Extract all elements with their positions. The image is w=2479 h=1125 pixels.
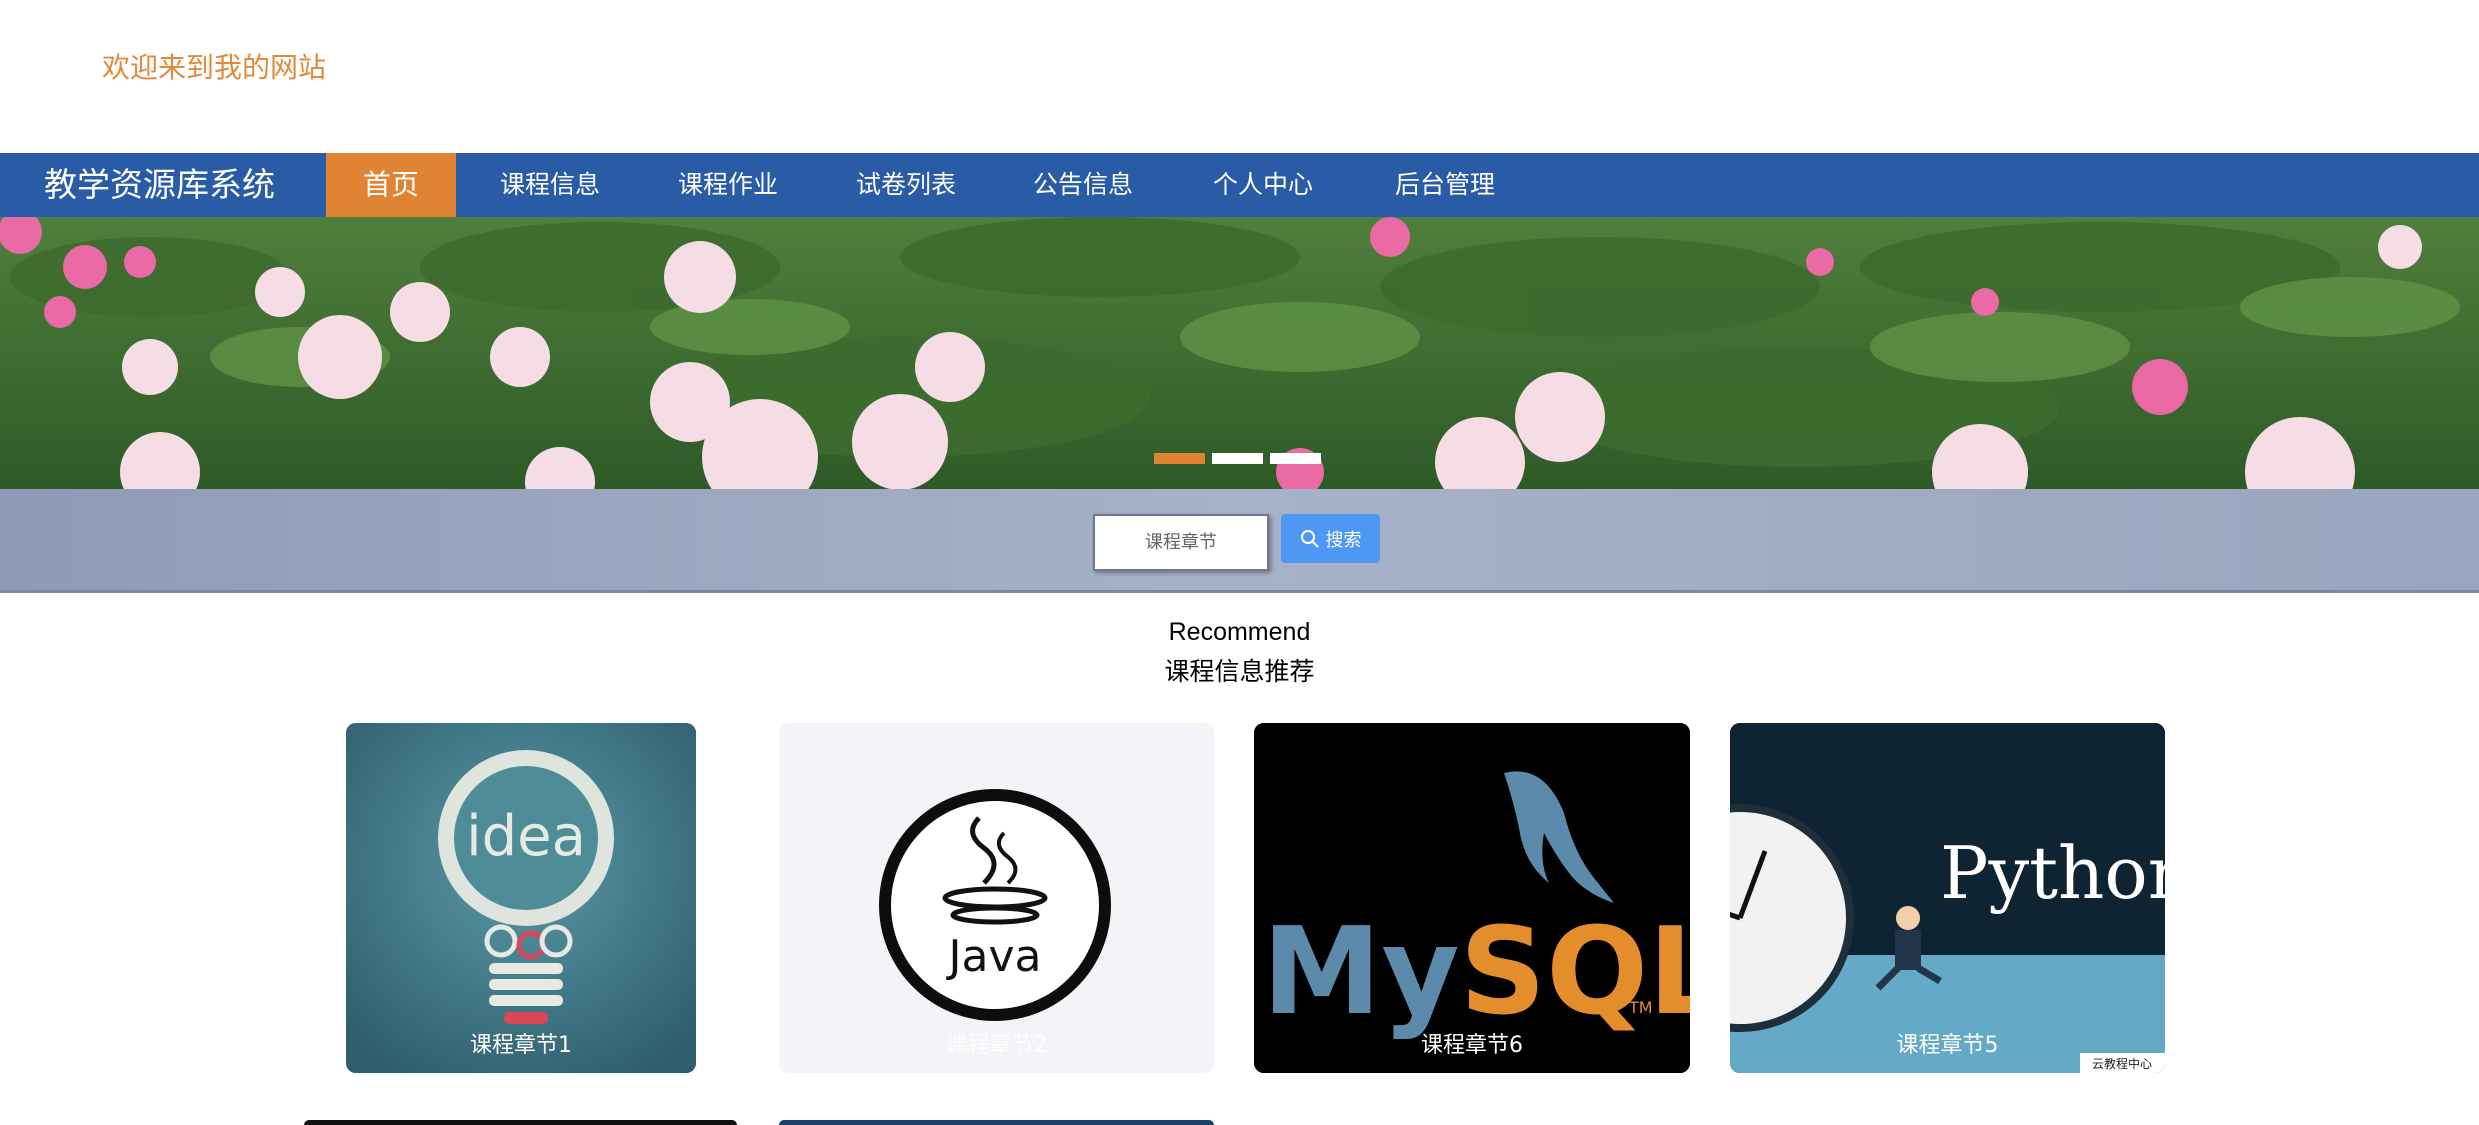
banner-carousel[interactable] <box>0 217 2479 489</box>
svg-text:TM: TM <box>1628 998 1653 1017</box>
recommend-title-en: Recommend <box>1168 618 1311 646</box>
nav-item-personal-center[interactable]: 个人中心 <box>1199 153 1327 217</box>
course-card-title: 课程章节2 <box>945 1033 1048 1058</box>
course-card-5-partial[interactable] <box>304 1120 737 1125</box>
nav-item-exam-list[interactable]: 试卷列表 <box>842 153 970 217</box>
search-icon <box>1300 529 1319 548</box>
search-button[interactable]: 搜索 <box>1281 514 1380 563</box>
nav-item-course-homework[interactable]: 课程作业 <box>664 153 792 217</box>
idea-text: idea <box>466 804 586 869</box>
python-text: Python <box>1940 831 2165 915</box>
carousel-dot-1[interactable] <box>1154 453 1205 464</box>
course-card-image-mysql: MySQL TM <box>1254 723 1690 1073</box>
course-card-title: 课程章节5 <box>1896 1033 1999 1058</box>
top-header: 欢迎来到我的网站 <box>0 0 2479 153</box>
carousel-dot-2[interactable] <box>1212 453 1263 464</box>
course-card-2[interactable]: Java 课程章节2 <box>779 723 1214 1073</box>
course-card-image-java: Java <box>779 723 1214 1073</box>
nav-item-admin[interactable]: 后台管理 <box>1381 153 1509 217</box>
main-nav: 教学资源库系统 首页 课程信息 课程作业 试卷列表 公告信息 个人中心 后台管理 <box>0 153 2479 217</box>
welcome-text: 欢迎来到我的网站 <box>102 51 327 84</box>
course-card-3[interactable]: MySQL TM 课程章节6 <box>1254 723 1690 1073</box>
site-brand[interactable]: 教学资源库系统 <box>44 153 275 217</box>
course-card-6-partial[interactable] <box>779 1120 1214 1125</box>
course-card-4[interactable]: Python 云教程中心 课程章节5 <box>1730 723 2165 1073</box>
carousel-dot-3[interactable] <box>1270 453 1321 464</box>
search-input[interactable] <box>1093 514 1269 571</box>
nav-item-course-info[interactable]: 课程信息 <box>486 153 614 217</box>
course-card-title: 课程章节1 <box>470 1033 572 1058</box>
search-button-label: 搜索 <box>1325 529 1362 551</box>
course-card-image-python: Python 云教程中心 <box>1730 723 2165 1073</box>
course-card-title: 课程章节6 <box>1421 1033 1523 1058</box>
course-card-1[interactable]: idea 课程章节1 <box>346 723 696 1073</box>
recommend-title-cn: 课程信息推荐 <box>1164 657 1315 686</box>
nav-item-announcements[interactable]: 公告信息 <box>1019 153 1147 217</box>
mysql-text: MySQL <box>1262 903 1690 1042</box>
course-card-image-idea: idea <box>346 723 696 1073</box>
banner-peony-image <box>0 217 2479 489</box>
java-text: Java <box>946 931 1042 982</box>
nav-item-home[interactable]: 首页 <box>326 153 456 217</box>
